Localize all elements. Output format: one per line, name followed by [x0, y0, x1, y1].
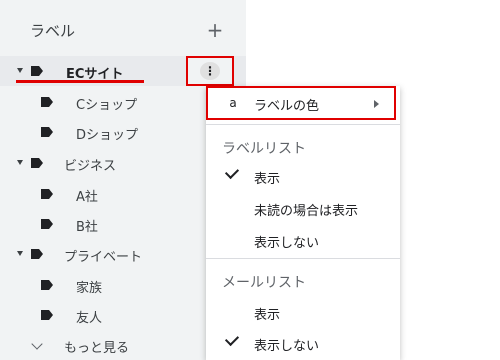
show-more-label: もっと見る [64, 341, 130, 356]
option-label: 表示 [254, 172, 281, 187]
option-label: 表示 [254, 308, 281, 323]
label-tag-icon [41, 219, 53, 229]
mail-list-option-show[interactable]: 表示 [206, 296, 400, 326]
label-list-heading: ラベルリスト [206, 130, 400, 160]
add-label-button[interactable]: + [204, 20, 226, 42]
checkmark-icon [224, 331, 240, 347]
label-list-option-show-if-unread[interactable]: 未読の場合は表示 [206, 192, 400, 222]
label-name: ビジネス [64, 159, 117, 174]
chevron-down-icon [31, 338, 43, 350]
label-name: Cショップ [76, 98, 138, 113]
label-tag-icon [41, 280, 53, 290]
label-tag-icon [31, 66, 43, 76]
label-color-badge: a [229, 96, 237, 110]
more-options-icon[interactable]: ⋮ [200, 62, 220, 80]
label-tag-icon [31, 158, 43, 168]
mail-list-option-hide[interactable]: 表示しない [206, 327, 400, 357]
submenu-arrow-icon [374, 100, 379, 108]
menu-divider [206, 258, 400, 259]
highlight-underline [16, 80, 144, 83]
label-options-highlight: ⋮ [186, 56, 234, 86]
label-list-option-hide[interactable]: 表示しない [206, 224, 400, 254]
label-name: 家族 [76, 281, 103, 296]
option-label: 未読の場合は表示 [254, 204, 359, 219]
label-list-heading-text: ラベルリスト [222, 141, 306, 157]
labels-heading: ラベル [30, 22, 76, 40]
option-label: 表示しない [254, 236, 320, 251]
label-name: Dショップ [76, 128, 139, 143]
expand-chevron-icon[interactable] [17, 160, 23, 165]
label-name: B社 [76, 220, 98, 235]
mail-list-heading-text: メールリスト [222, 275, 306, 291]
label-name: A社 [76, 190, 98, 205]
label-list-option-show[interactable]: 表示 [206, 160, 400, 190]
label-name: プライベート [64, 250, 143, 265]
label-tag-icon [41, 189, 53, 199]
checkmark-icon [224, 164, 240, 180]
label-tag-icon [41, 310, 53, 320]
sidebar-header: ラベル + [0, 12, 246, 52]
label-tag-icon [41, 127, 53, 137]
option-label: 表示しない [254, 339, 320, 354]
mail-list-heading: メールリスト [206, 264, 400, 294]
expand-chevron-icon[interactable] [17, 251, 23, 256]
label-name: 友人 [76, 311, 103, 326]
label-color-label: ラベルの色 [254, 99, 320, 114]
label-tag-icon [41, 97, 53, 107]
label-color-menu-item[interactable]: a ラベルの色 [206, 86, 396, 120]
label-options-menu: a ラベルの色 ラベルリスト 表示 未読の場合は表示 表示しない メールリスト … [206, 86, 400, 360]
expand-chevron-icon[interactable] [17, 68, 23, 73]
label-tag-icon [31, 249, 43, 259]
menu-divider [206, 124, 400, 125]
